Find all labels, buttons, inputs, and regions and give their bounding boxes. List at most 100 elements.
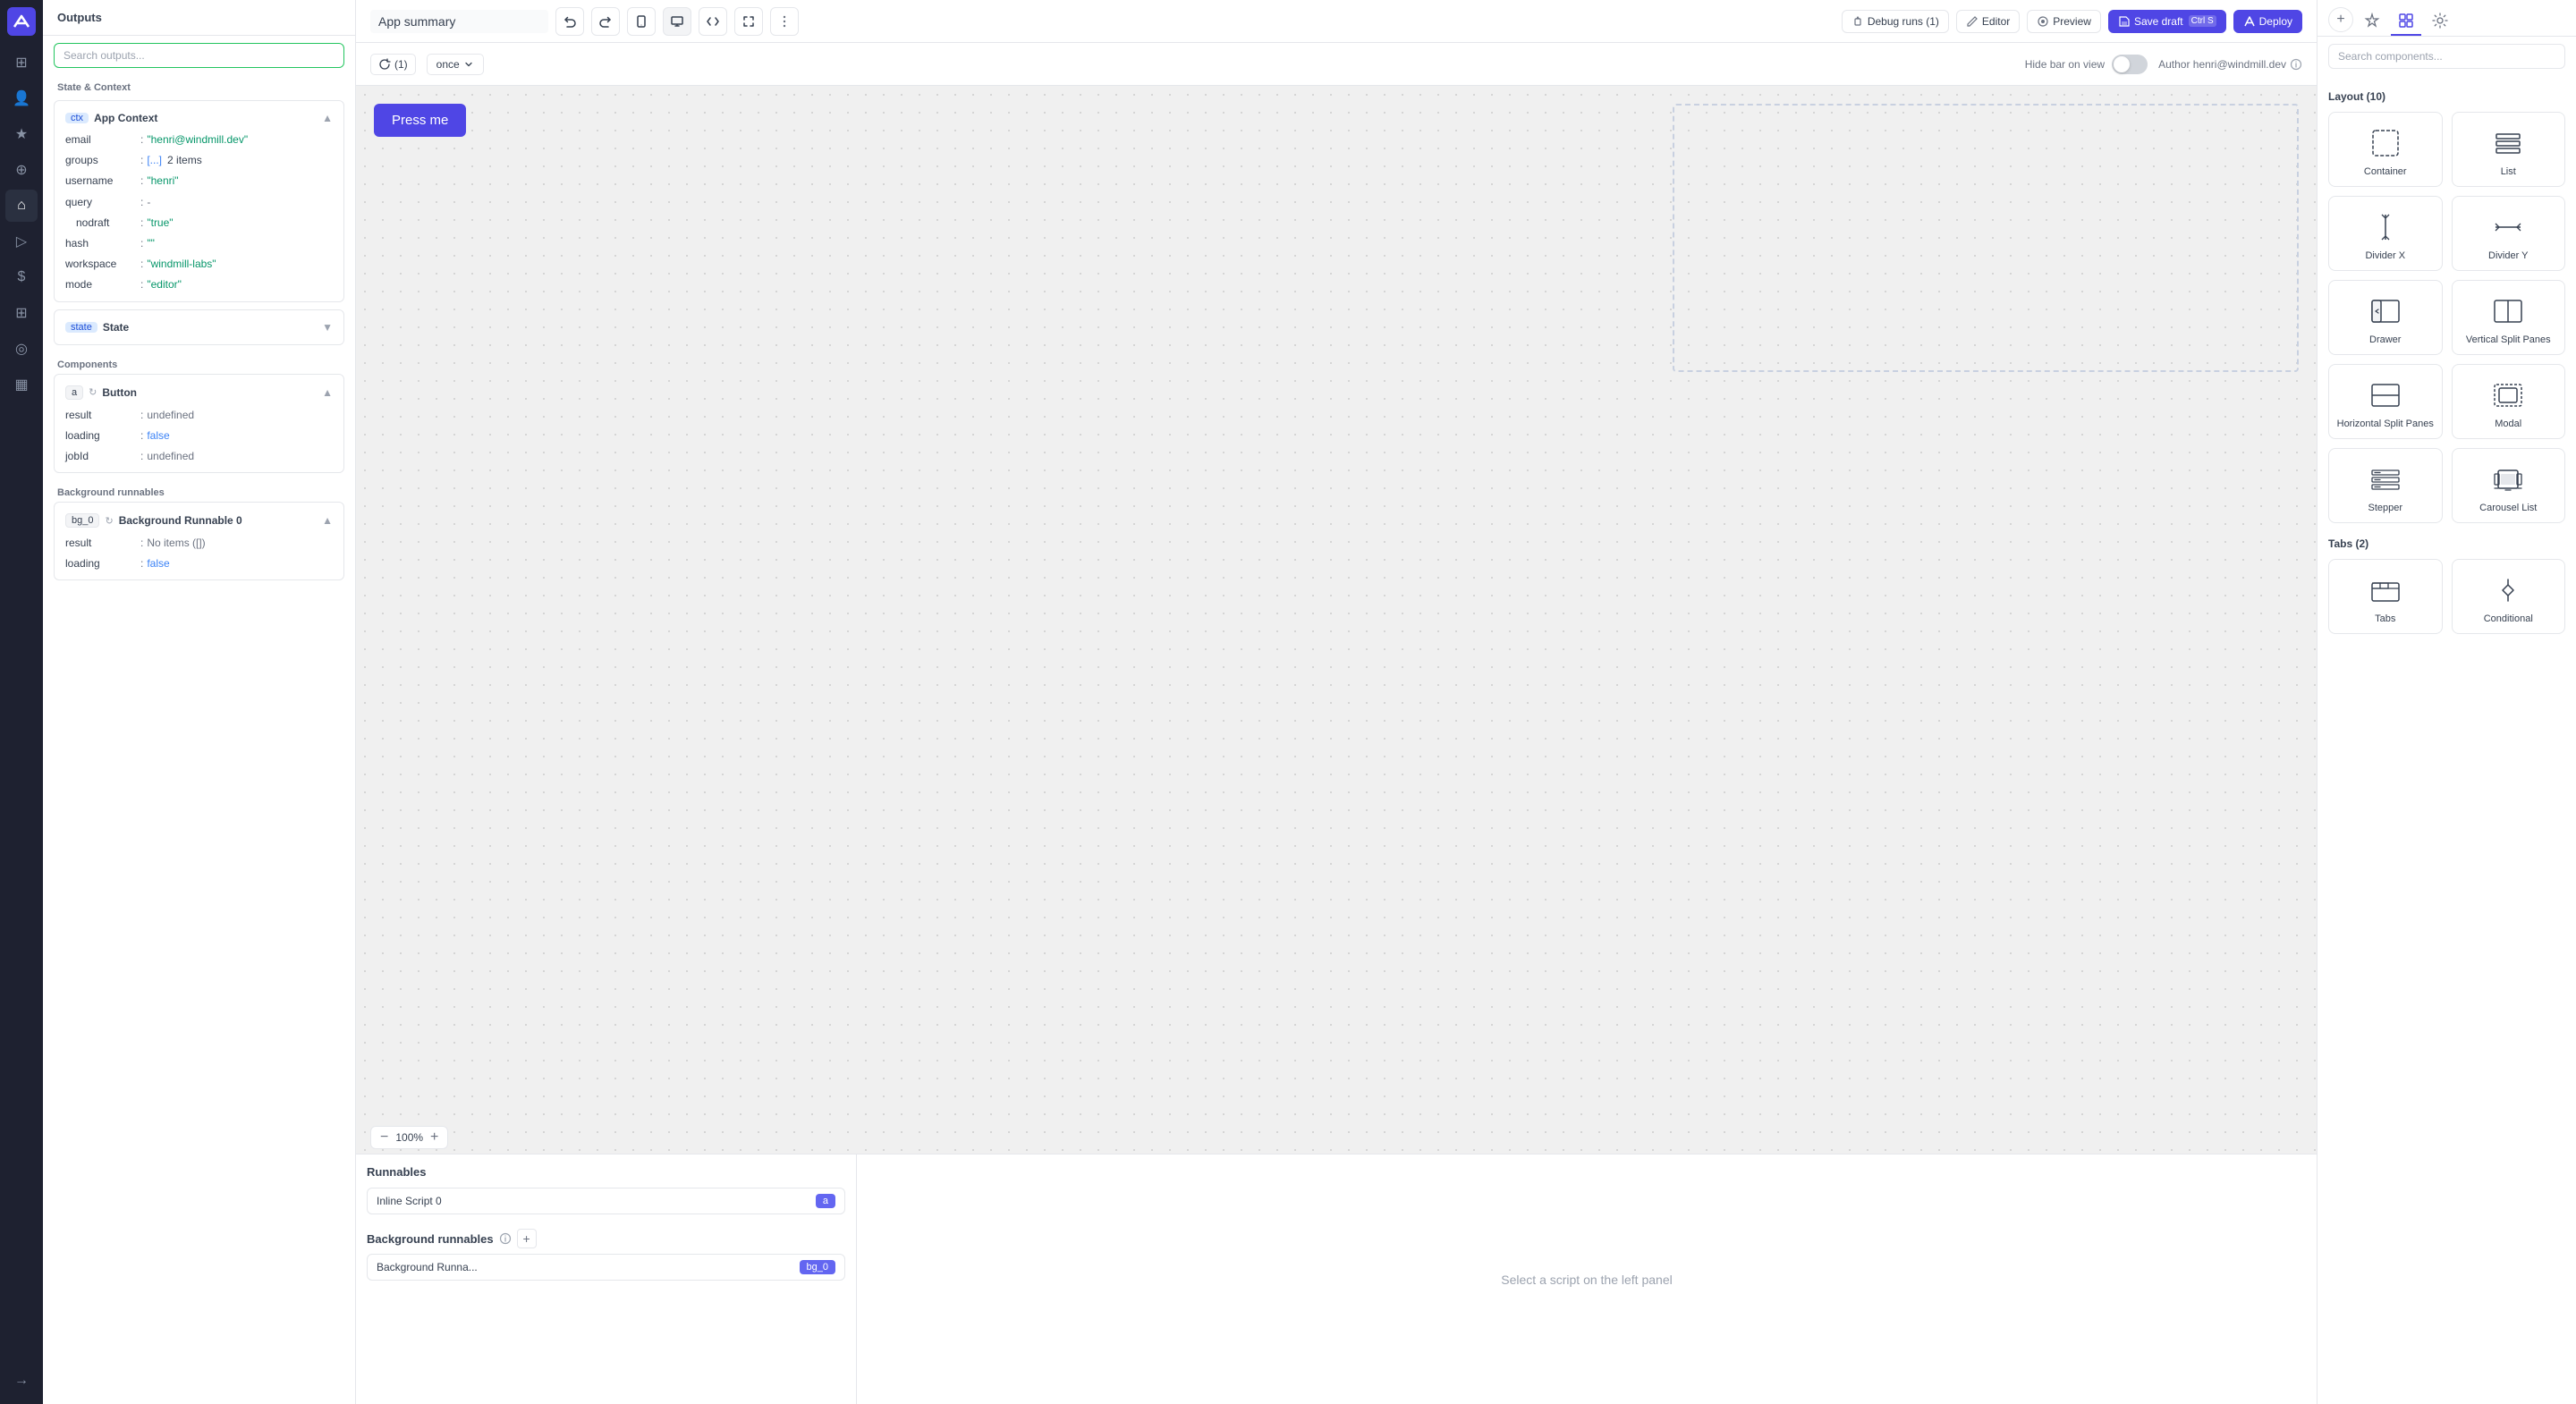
bg-runnables-add-button[interactable]: + bbox=[517, 1229, 537, 1248]
mobile-view-button[interactable] bbox=[627, 7, 656, 36]
nav-eye-icon[interactable]: ◎ bbox=[5, 333, 38, 365]
ctx-email-row: email : "henri@windmill.dev" bbox=[62, 130, 336, 150]
search-outputs-container bbox=[54, 43, 344, 68]
bg-runnable-header[interactable]: bg_0 ↻ Background Runnable 0 ▲ bbox=[62, 508, 336, 533]
button-label: Button bbox=[102, 386, 137, 399]
inline-script-item[interactable]: Inline Script 0 a bbox=[367, 1188, 845, 1214]
layout-section-title: Layout (10) bbox=[2328, 90, 2565, 103]
tabs-label: Tabs bbox=[2375, 613, 2395, 624]
zoom-minus-button[interactable]: − bbox=[380, 1130, 388, 1145]
ctx-username-row: username : "henri" bbox=[62, 171, 336, 191]
nav-arrow-icon[interactable]: → bbox=[5, 1365, 38, 1397]
refresh-button[interactable]: (1) bbox=[370, 54, 416, 75]
button-result-row: result : undefined bbox=[62, 405, 336, 426]
nav-users-icon[interactable]: 👤 bbox=[5, 82, 38, 114]
tab-sparkle[interactable] bbox=[2357, 7, 2387, 36]
right-panel: + Layout (10) Container bbox=[2317, 0, 2576, 1404]
sidebar-outputs-header: Outputs bbox=[43, 0, 355, 36]
component-conditional[interactable]: Conditional bbox=[2452, 559, 2566, 634]
nav-play-icon[interactable]: ▷ bbox=[5, 225, 38, 258]
bg-runnables-header: Background runnables + bbox=[367, 1229, 845, 1248]
modal-label: Modal bbox=[2495, 419, 2521, 429]
ctx-rows: email : "henri@windmill.dev" groups : [.… bbox=[62, 130, 336, 296]
debug-runs-button[interactable]: Debug runs (1) bbox=[1842, 10, 1949, 33]
component-horizontal-split[interactable]: Horizontal Split Panes bbox=[2328, 364, 2443, 439]
tab-settings[interactable] bbox=[2425, 7, 2455, 36]
component-container[interactable]: Container bbox=[2328, 112, 2443, 187]
nav-person-icon[interactable]: ⊕ bbox=[5, 154, 38, 186]
divider-y-label: Divider Y bbox=[2488, 250, 2528, 261]
hide-bar-toggle[interactable] bbox=[2112, 55, 2148, 74]
bg-refresh-icon[interactable]: ↻ bbox=[105, 515, 113, 527]
component-search-input[interactable] bbox=[2328, 44, 2565, 69]
button-component-header[interactable]: a ↻ Button ▲ bbox=[62, 380, 336, 405]
nav-home2-icon[interactable]: ⌂ bbox=[5, 190, 38, 222]
more-options-button[interactable] bbox=[770, 7, 799, 36]
button-jobid-row: jobId : undefined bbox=[62, 446, 336, 467]
nav-home-icon[interactable]: ⊞ bbox=[5, 47, 38, 79]
preview-button[interactable]: Preview bbox=[2027, 10, 2101, 33]
ctx-query-row: query : - bbox=[62, 192, 336, 213]
component-tabs[interactable]: Tabs bbox=[2328, 559, 2443, 634]
ctx-nodraft-row: nodraft : "true" bbox=[62, 213, 336, 233]
components-title: Components bbox=[54, 352, 344, 374]
press-me-button[interactable]: Press me bbox=[374, 104, 466, 137]
layout-grid: Container List Divider X bbox=[2328, 112, 2565, 523]
sidebar: Outputs State & Context ctx App Context … bbox=[43, 0, 356, 1404]
carousel-list-label: Carousel List bbox=[2479, 503, 2537, 513]
select-script-panel: Select a script on the left panel bbox=[857, 1154, 2317, 1404]
outputs-title: Outputs bbox=[57, 11, 341, 24]
ctx-tag: ctx bbox=[65, 113, 89, 123]
search-outputs-input[interactable] bbox=[54, 43, 344, 68]
component-refresh-icon[interactable]: ↻ bbox=[89, 386, 97, 398]
nav-grid2-icon[interactable]: ▦ bbox=[5, 368, 38, 401]
code-view-button[interactable] bbox=[699, 7, 727, 36]
divider-x-label: Divider X bbox=[2365, 250, 2405, 261]
component-carousel-list[interactable]: Carousel List bbox=[2452, 448, 2566, 523]
nav-grid-icon[interactable]: ⊞ bbox=[5, 297, 38, 329]
desktop-view-button[interactable] bbox=[663, 7, 691, 36]
zoom-level: 100% bbox=[395, 1131, 423, 1144]
nav-star-icon[interactable]: ★ bbox=[5, 118, 38, 150]
deploy-button[interactable]: Deploy bbox=[2233, 10, 2302, 33]
component-list[interactable]: List bbox=[2452, 112, 2566, 187]
add-component-button[interactable]: + bbox=[2328, 7, 2353, 32]
bg-runnables-section: Background runnables bg_0 ↻ Background R… bbox=[43, 480, 355, 588]
bg-runnable-item[interactable]: Background Runna... bg_0 bbox=[367, 1254, 845, 1281]
conditional-label: Conditional bbox=[2484, 613, 2533, 624]
component-modal[interactable]: Modal bbox=[2452, 364, 2566, 439]
nav-dollar-icon[interactable]: $ bbox=[5, 261, 38, 293]
undo-button[interactable] bbox=[555, 7, 584, 36]
component-divider-x[interactable]: Divider X bbox=[2328, 196, 2443, 271]
component-drawer[interactable]: Drawer bbox=[2328, 280, 2443, 355]
button-collapse-icon[interactable]: ▲ bbox=[322, 386, 333, 399]
canvas: Press me bbox=[356, 86, 2317, 1154]
app-context-label: App Context bbox=[94, 112, 157, 124]
state-header[interactable]: state State ▼ bbox=[62, 316, 336, 339]
expand-button[interactable] bbox=[734, 7, 763, 36]
component-divider-y[interactable]: Divider Y bbox=[2452, 196, 2566, 271]
topbar: Debug runs (1) Editor Preview Save draft… bbox=[356, 0, 2317, 43]
bg-runnables-title: Background runnables bbox=[54, 480, 344, 502]
zoom-plus-button[interactable]: + bbox=[430, 1130, 438, 1145]
author-info: Author henri@windmill.dev bbox=[2158, 58, 2302, 71]
toggle-knob bbox=[2114, 56, 2130, 72]
logo[interactable] bbox=[7, 7, 36, 36]
ctx-collapse-icon[interactable]: ▲ bbox=[322, 112, 333, 124]
bg-collapse-icon[interactable]: ▲ bbox=[322, 514, 333, 527]
editor-button[interactable]: Editor bbox=[1956, 10, 2020, 33]
tabs-grid: Tabs Conditional bbox=[2328, 559, 2565, 634]
app-context-header[interactable]: ctx App Context ▲ bbox=[62, 106, 336, 130]
bg-runnables-info-icon bbox=[499, 1232, 512, 1245]
bg-runnable-label: Background Runnable 0 bbox=[119, 514, 242, 527]
left-nav: ⊞ 👤 ★ ⊕ ⌂ ▷ $ ⊞ ◎ ▦ → bbox=[0, 0, 43, 1404]
runnables-title: Runnables bbox=[367, 1165, 845, 1179]
app-title-input[interactable] bbox=[370, 10, 548, 33]
component-stepper[interactable]: Stepper bbox=[2328, 448, 2443, 523]
state-collapse-icon[interactable]: ▼ bbox=[322, 321, 333, 334]
component-vertical-split[interactable]: Vertical Split Panes bbox=[2452, 280, 2566, 355]
tab-components[interactable] bbox=[2391, 7, 2421, 36]
save-draft-button[interactable]: Save draft Ctrl S bbox=[2108, 10, 2226, 33]
once-select[interactable]: once bbox=[427, 54, 484, 75]
redo-button[interactable] bbox=[591, 7, 620, 36]
